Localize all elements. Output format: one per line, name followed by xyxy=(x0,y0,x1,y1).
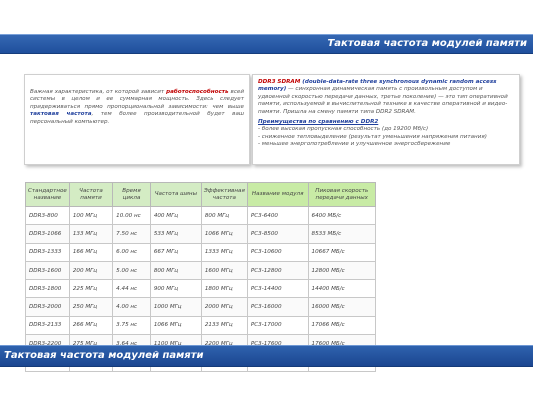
table-cell: 4.00 нс xyxy=(112,297,151,317)
header-bar: Тактовая частота модулей памяти xyxy=(0,34,533,54)
table-cell: 14400 МБ/с xyxy=(307,279,377,299)
table-cell: 2133 МГц xyxy=(200,315,248,336)
table-cell: 900 МГц xyxy=(149,279,202,299)
table-cell: 400 МГц xyxy=(149,205,202,226)
table-cell: DDR3-1600 xyxy=(25,260,70,281)
table-row: DDR3-1600 200 МГц 5.00 нс 800 МГц 1600 МГц PC… xyxy=(25,260,377,281)
advantage-item: - сниженное тепловыделение (результат ум… xyxy=(258,133,487,140)
column-header: Стандартное название xyxy=(25,182,70,207)
table-cell: 200 МГц xyxy=(68,260,114,281)
column-header: Время цикла xyxy=(112,182,151,207)
table-cell: 1066 МГц xyxy=(200,224,248,244)
table-cell: 667 МГц xyxy=(149,242,202,262)
table-cell: 6400 МБ/с xyxy=(307,205,377,226)
column-header: Пиковая скорость передачи данных xyxy=(307,182,377,207)
table-row: DDR3-1333 166 МГц 6.00 нс 667 МГц 1333 МГц PC… xyxy=(25,242,377,262)
table-cell: 12800 МБ/с xyxy=(307,260,377,281)
table-row: DDR3-2000 250 МГц 4.00 нс 1000 МГц 2000 МГц P… xyxy=(25,297,377,317)
ddr3-description: — синхронная динамическая память с произ… xyxy=(258,86,508,115)
table-cell: 1066 МГц xyxy=(149,315,202,336)
table-cell: 266 МГц xyxy=(68,315,114,336)
table-cell: 1333 МГц xyxy=(200,242,248,262)
table-header-row: Стандартное название Частота памяти Врем… xyxy=(25,182,377,207)
advantage-item: - меньшее энергопотребление и улучшенное… xyxy=(258,141,451,148)
table-cell: 3.75 нс xyxy=(112,315,151,336)
table-cell: PC3-14400 xyxy=(246,279,309,299)
table-cell: 16000 МБ/с xyxy=(307,297,377,317)
table-cell: PC3-10600 xyxy=(246,242,309,262)
intro-highlight-clock: тактовая частота xyxy=(30,111,92,118)
column-header: Эффективная частота xyxy=(200,182,248,207)
table-cell: DDR3-2133 xyxy=(25,315,70,336)
table-cell: 166 МГц xyxy=(68,242,114,262)
table-cell: 225 МГц xyxy=(68,279,114,299)
table-cell: 1600 МГц xyxy=(200,260,248,281)
advantages-title: Преимущества по сравнению с DDR2 xyxy=(258,119,379,126)
table-cell: PC3-8500 xyxy=(246,224,309,244)
ddr3-definition: DDR3 SDRAM (double-data-rate three synch… xyxy=(258,79,514,116)
table-cell: 7.50 нс xyxy=(112,224,151,244)
column-header: Частота шины xyxy=(149,182,202,207)
column-header: Частота памяти xyxy=(68,182,114,207)
column-header: Название модуля xyxy=(246,182,309,207)
intro-text-part1: Важная характеристика, от которой зависи… xyxy=(30,89,167,95)
table-cell: 800 МГц xyxy=(149,260,202,281)
intro-text-box: Важная характеристика, от которой зависи… xyxy=(24,74,250,165)
table-cell: PC3-6400 xyxy=(246,205,309,226)
table-cell: DDR3-1800 xyxy=(25,279,70,299)
table-cell: 5.00 нс xyxy=(112,260,151,281)
table-cell: PC3-16000 xyxy=(246,297,309,317)
table-cell: 800 МГц xyxy=(200,205,248,226)
table-cell: DDR3-1333 xyxy=(25,242,70,262)
table-row: DDR3-800 100 МГц 10.00 нс 400 МГц 800 МГц PC3… xyxy=(25,205,377,226)
table-cell: 6.00 нс xyxy=(112,242,151,262)
ddr3-spec-table: Стандартное название Частота памяти Врем… xyxy=(25,182,377,372)
table-cell: PC3-12800 xyxy=(246,260,309,281)
ddr3-term: DDR3 SDRAM xyxy=(258,79,301,85)
table-cell: 1000 МГц xyxy=(149,297,202,317)
table-cell: 2000 МГц xyxy=(200,297,248,317)
footer-title: Тактовая частота модулей памяти xyxy=(4,350,204,361)
table-cell: DDR3-800 xyxy=(25,205,70,226)
table-cell: 17066 МБ/с xyxy=(307,315,377,336)
table-cell: 8533 МБ/с xyxy=(307,224,377,244)
table-cell: 250 МГц xyxy=(68,297,114,317)
table-cell: DDR3-1066 xyxy=(25,224,70,244)
footer-bar: Тактовая частота модулей памяти xyxy=(0,345,533,367)
table-cell: 133 МГц xyxy=(68,224,114,244)
table-cell: 4.44 нс xyxy=(112,279,151,299)
table-row: DDR3-1800 225 МГц 4.44 нс 900 МГц 1800 МГц PC… xyxy=(25,279,377,299)
table-cell: 533 МГц xyxy=(149,224,202,244)
table-cell: 100 МГц xyxy=(68,205,114,226)
ddr3-info-box: DDR3 SDRAM (double-data-rate three synch… xyxy=(252,74,520,165)
table-row: DDR3-2133 266 МГц 3.75 нс 1066 МГц 2133 МГц P… xyxy=(25,315,377,336)
intro-highlight-performance: работоспособность xyxy=(166,89,229,95)
table-cell: 10667 МБ/с xyxy=(307,242,377,262)
header-title: Тактовая частота модулей памяти xyxy=(327,38,527,49)
table-cell: 1800 МГц xyxy=(200,279,248,299)
table-cell: PC3-17000 xyxy=(246,315,309,336)
advantage-item: - более высокая пропускная способность (… xyxy=(258,126,429,133)
table-cell: 10.00 нс xyxy=(112,205,151,226)
table-row: DDR3-1066 133 МГц 7.50 нс 533 МГц 1066 МГц PC… xyxy=(25,224,377,244)
table-cell: DDR3-2000 xyxy=(25,297,70,317)
